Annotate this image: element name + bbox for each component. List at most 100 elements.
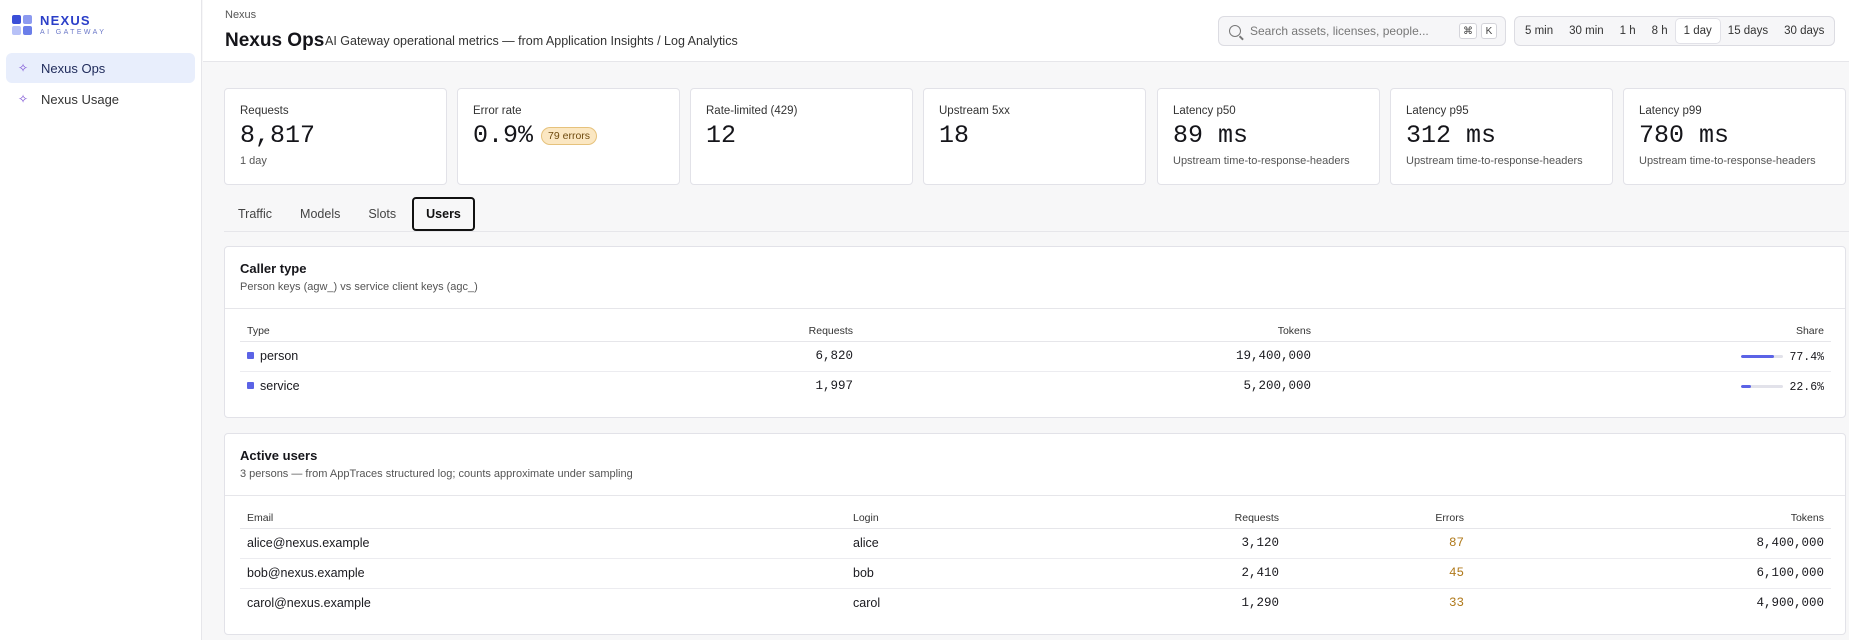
column-header-tokens[interactable]: Tokens	[1471, 508, 1831, 529]
table-row[interactable]: person 6,820 19,400,000 77.4%	[240, 341, 1831, 372]
panel-subtitle: Person keys (agw_) vs service client key…	[240, 281, 478, 293]
kpi-note: Upstream time-to-response-headers	[1639, 155, 1816, 167]
share-bar-fill	[1741, 354, 1774, 358]
kpi-card-latency-p50: Latency p50 89 ms Upstream time-to-respo…	[1157, 88, 1380, 185]
time-range-selector: 5 min 30 min 1 h 8 h 1 day 15 days 30 da…	[1514, 16, 1836, 46]
kpi-value-text: 312 ms	[1406, 121, 1497, 150]
user-login: bob	[846, 558, 1066, 589]
person-swatch-icon	[247, 352, 254, 359]
table-row[interactable]: carol@nexus.example carol 1,290 33 4,900…	[240, 588, 1831, 618]
caller-type: service	[260, 379, 300, 394]
column-header-errors[interactable]: Errors	[1286, 508, 1471, 529]
kpi-value: 0.9% 79 errors	[473, 121, 664, 150]
user-email: bob@nexus.example	[240, 558, 846, 589]
brand[interactable]: NEXUS AI GATEWAY	[0, 0, 201, 50]
range-1-h[interactable]: 1 h	[1612, 19, 1644, 43]
tokens-value: 8,400,000	[1471, 528, 1831, 559]
requests-value: 6,820	[600, 341, 860, 372]
kpi-value-text: 18	[939, 121, 970, 150]
kpi-note: Upstream time-to-response-headers	[1173, 155, 1350, 167]
column-header-requests[interactable]: Requests	[600, 321, 860, 342]
kpi-value: 12	[706, 121, 897, 150]
kpi-card-rate-limited: Rate-limited (429) 12	[690, 88, 913, 185]
share-bar	[1741, 384, 1784, 388]
page-title: Nexus Ops	[225, 30, 325, 51]
user-login: carol	[853, 596, 881, 611]
kpi-label: Requests	[240, 105, 289, 117]
kpi-card-error-rate: Error rate 0.9% 79 errors	[457, 88, 680, 185]
kpi-card-upstream-5xx: Upstream 5xx 18	[923, 88, 1146, 185]
user-login: alice	[846, 528, 1066, 559]
active-users-panel: Active users 3 persons — from AppTraces …	[224, 433, 1846, 635]
page-header: Nexus Nexus Ops AI Gateway operational m…	[203, 0, 1849, 62]
tokens-value: 4,900,000	[1756, 596, 1824, 611]
column-header-email[interactable]: Email	[240, 508, 846, 529]
sidebar-nav: ✧ Nexus Ops ✧ Nexus Usage	[0, 50, 201, 118]
search-box[interactable]: ⌘ K	[1218, 16, 1506, 46]
caller-type: person	[260, 349, 299, 363]
kpi-value: 89 ms	[1173, 121, 1364, 150]
kpi-label: Upstream 5xx	[939, 105, 1010, 117]
command-key-icon: ⌘	[1459, 23, 1477, 39]
column-header-share[interactable]: Share	[1318, 321, 1831, 342]
tab-models[interactable]: Models	[286, 197, 354, 231]
tab-bar: Traffic Models Slots Users	[224, 197, 1849, 231]
column-header-login[interactable]: Login	[846, 508, 1066, 529]
kpi-value-text: 0.9%	[473, 121, 534, 150]
table-row[interactable]: bob@nexus.example bob 2,410 45 6,100,000	[240, 558, 1831, 589]
sidebar-item-nexus-usage[interactable]: ✧ Nexus Usage	[6, 84, 195, 114]
errors-value: 87	[1286, 528, 1471, 559]
sparkle-icon: ✧	[17, 61, 29, 75]
range-15-days[interactable]: 15 days	[1720, 19, 1776, 43]
kpi-value: 780 ms	[1639, 121, 1830, 150]
requests-value: 1,997	[815, 379, 853, 394]
page-subtitle: AI Gateway operational metrics — from Ap…	[325, 34, 738, 48]
panel-title: Caller type	[240, 261, 307, 276]
sidebar-item-nexus-ops[interactable]: ✧ Nexus Ops	[6, 53, 195, 83]
panel-subtitle: 3 persons — from AppTraces structured lo…	[240, 468, 633, 480]
column-header-tokens[interactable]: Tokens	[860, 321, 1318, 342]
kpi-value-text: 8,817	[240, 121, 316, 150]
range-30-days[interactable]: 30 days	[1776, 19, 1832, 43]
column-header-requests[interactable]: Requests	[1066, 508, 1286, 529]
kpi-label: Latency p95	[1406, 105, 1469, 117]
share-bar-fill	[1741, 384, 1751, 388]
search-input[interactable]	[1250, 24, 1455, 38]
share-bar	[1741, 354, 1784, 358]
range-1-day[interactable]: 1 day	[1675, 19, 1720, 43]
table-row[interactable]: alice@nexus.example alice 3,120 87 8,400…	[240, 528, 1831, 559]
kpi-value-text: 12	[706, 121, 737, 150]
logo-square	[23, 15, 32, 24]
breadcrumb[interactable]: Nexus	[225, 9, 256, 21]
range-5-min[interactable]: 5 min	[1517, 19, 1561, 43]
column-header-type[interactable]: Type	[240, 321, 600, 342]
table-header-row: Email Login Requests Errors Tokens	[240, 508, 1831, 529]
panel-title: Active users	[240, 448, 318, 463]
table-header-row: Type Requests Tokens Share	[240, 321, 1831, 342]
errors-value: 45	[1286, 558, 1471, 589]
tab-traffic[interactable]: Traffic	[224, 197, 286, 231]
kpi-note: 1 day	[240, 155, 267, 167]
requests-value: 3,120	[1066, 528, 1286, 559]
caller-type-panel: Caller type Person keys (agw_) vs servic…	[224, 246, 1846, 418]
range-8-h[interactable]: 8 h	[1644, 19, 1676, 43]
brand-tagline: AI GATEWAY	[40, 29, 107, 36]
kpi-card-requests: Requests 8,817 1 day	[224, 88, 447, 185]
sidebar-item-label: Nexus Usage	[41, 91, 120, 107]
kpi-value: 8,817	[240, 121, 431, 150]
range-30-min[interactable]: 30 min	[1561, 19, 1612, 43]
kpi-label: Rate-limited (429)	[706, 105, 798, 117]
tab-users[interactable]: Users	[412, 197, 475, 231]
nexus-logo-icon	[12, 15, 32, 35]
sidebar-item-label: Nexus Ops	[41, 60, 106, 76]
tokens-value: 6,100,000	[1471, 558, 1831, 589]
sidebar: NEXUS AI GATEWAY ✧ Nexus Ops ✧ Nexus Usa…	[0, 0, 202, 640]
error-count-badge: 79 errors	[541, 126, 598, 145]
kpi-value-text: 780 ms	[1639, 121, 1730, 150]
tokens-value: 5,200,000	[1243, 379, 1311, 394]
table-row[interactable]: service 1,997 5,200,000 22.6%	[240, 371, 1831, 401]
kpi-value-text: 89 ms	[1173, 121, 1249, 150]
tab-slots[interactable]: Slots	[354, 197, 410, 231]
kpi-label: Latency p50	[1173, 105, 1236, 117]
kpi-card-latency-p99: Latency p99 780 ms Upstream time-to-resp…	[1623, 88, 1846, 185]
